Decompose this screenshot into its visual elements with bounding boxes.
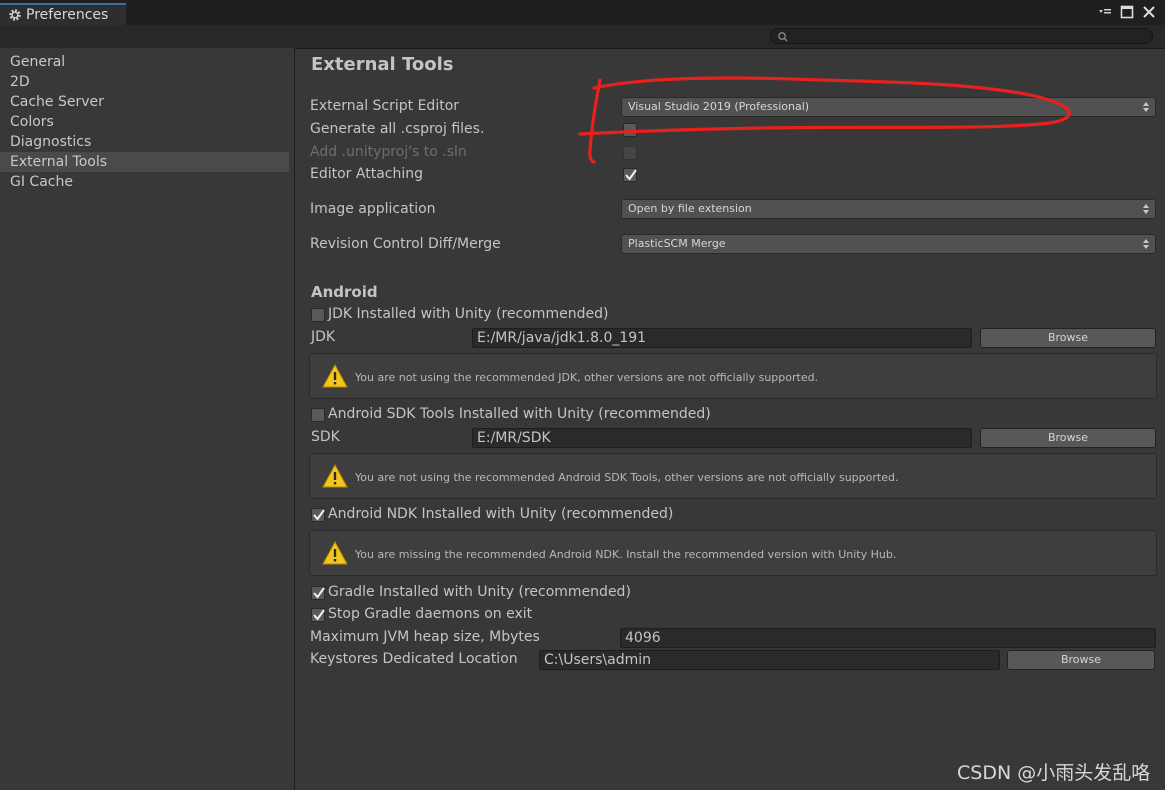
keystores-browse-button[interactable]: Browse <box>1007 650 1155 670</box>
editor-attaching-checkbox[interactable] <box>623 168 637 182</box>
jdk-browse-button[interactable]: Browse <box>980 328 1156 348</box>
jdk-installed-checkbox[interactable] <box>311 308 325 322</box>
jdk-label: JDK <box>311 329 336 345</box>
sidebar: General 2D Cache Server Colors Diagnosti… <box>0 48 295 790</box>
gear-icon <box>9 9 21 21</box>
sidebar-item-external-tools[interactable]: External Tools <box>0 152 289 172</box>
stop-gradle-label: Stop Gradle daemons on exit <box>328 606 533 622</box>
warning-icon <box>322 364 348 388</box>
external-script-editor-label: External Script Editor <box>310 98 460 114</box>
image-application-dropdown[interactable]: Open by file extension <box>621 199 1156 219</box>
dropdown-arrow-icon <box>1143 239 1149 249</box>
jdk-installed-label: JDK Installed with Unity (recommended) <box>328 306 609 322</box>
add-unityproj-checkbox[interactable] <box>623 146 637 160</box>
checkmark-icon <box>313 509 325 521</box>
dropdown-arrow-icon <box>1143 102 1149 112</box>
close-icon[interactable] <box>1141 4 1157 20</box>
sdk-label: SDK <box>311 429 340 445</box>
search-icon <box>778 32 788 42</box>
maximize-icon[interactable] <box>1119 4 1135 20</box>
sidebar-item-gi-cache[interactable]: GI Cache <box>0 172 289 192</box>
jdk-warning-text: You are not using the recommended JDK, o… <box>355 371 819 384</box>
jvm-heap-field[interactable]: 4096 <box>620 628 1156 648</box>
preferences-tab[interactable]: Preferences <box>0 3 126 25</box>
page-title: External Tools <box>311 54 454 75</box>
external-script-editor-dropdown[interactable]: Visual Studio 2019 (Professional) <box>621 97 1156 117</box>
sidebar-item-colors[interactable]: Colors <box>0 112 289 132</box>
jvm-heap-label: Maximum JVM heap size, Mbytes <box>310 629 540 645</box>
keystores-path-field[interactable]: C:\Users\admin <box>539 650 1000 670</box>
android-section-title: Android <box>311 283 378 301</box>
sidebar-item-cache-server[interactable]: Cache Server <box>0 92 289 112</box>
sdk-path-field[interactable]: E:/MR/SDK <box>472 428 972 448</box>
title-bar: Preferences <box>0 0 1165 25</box>
sidebar-item-general[interactable]: General <box>0 52 289 72</box>
revision-control-dropdown[interactable]: PlasticSCM Merge <box>621 234 1156 254</box>
checkmark-icon <box>625 169 637 181</box>
jdk-path-field[interactable]: E:/MR/java/jdk1.8.0_191 <box>472 328 972 348</box>
stop-gradle-checkbox[interactable] <box>311 608 325 622</box>
ndk-warning-text: You are missing the recommended Android … <box>355 548 897 561</box>
sdk-warning-box: You are not using the recommended Androi… <box>309 453 1157 499</box>
checkmark-icon <box>313 609 325 621</box>
warning-icon <box>322 541 348 565</box>
sidebar-item-2d[interactable]: 2D <box>0 72 289 92</box>
main-panel: External Tools External Script Editor Vi… <box>296 48 1165 790</box>
tab-title: Preferences <box>26 7 109 23</box>
image-application-value: Open by file extension <box>628 202 752 215</box>
gradle-installed-label: Gradle Installed with Unity (recommended… <box>328 584 631 600</box>
sdk-warning-text: You are not using the recommended Androi… <box>355 471 899 484</box>
dropdown-arrow-icon <box>1143 204 1149 214</box>
revision-control-value: PlasticSCM Merge <box>628 237 726 250</box>
add-unityproj-label: Add .unityproj's to .sln <box>310 144 467 160</box>
warning-icon <box>322 464 348 488</box>
search-input[interactable] <box>770 28 1153 44</box>
jdk-warning-box: You are not using the recommended JDK, o… <box>309 353 1157 399</box>
image-application-label: Image application <box>310 201 436 217</box>
watermark: CSDN @小雨头发乱咯 <box>957 762 1151 784</box>
sdk-installed-checkbox[interactable] <box>311 408 325 422</box>
checkmark-icon <box>313 587 325 599</box>
ndk-warning-box: You are missing the recommended Android … <box>309 530 1157 576</box>
generate-csproj-checkbox[interactable] <box>623 123 637 137</box>
sdk-installed-label: Android SDK Tools Installed with Unity (… <box>328 406 711 422</box>
sidebar-item-diagnostics[interactable]: Diagnostics <box>0 132 289 152</box>
revision-control-label: Revision Control Diff/Merge <box>310 236 501 252</box>
external-script-editor-value: Visual Studio 2019 (Professional) <box>628 100 810 113</box>
ndk-installed-label: Android NDK Installed with Unity (recomm… <box>328 506 674 522</box>
dropdown-menu-icon[interactable] <box>1097 4 1113 20</box>
editor-attaching-label: Editor Attaching <box>310 166 423 182</box>
gradle-installed-checkbox[interactable] <box>311 586 325 600</box>
sdk-browse-button[interactable]: Browse <box>980 428 1156 448</box>
ndk-installed-checkbox[interactable] <box>311 508 325 522</box>
generate-csproj-label: Generate all .csproj files. <box>310 121 485 137</box>
keystores-label: Keystores Dedicated Location <box>310 651 518 667</box>
toolbar <box>0 25 1165 49</box>
